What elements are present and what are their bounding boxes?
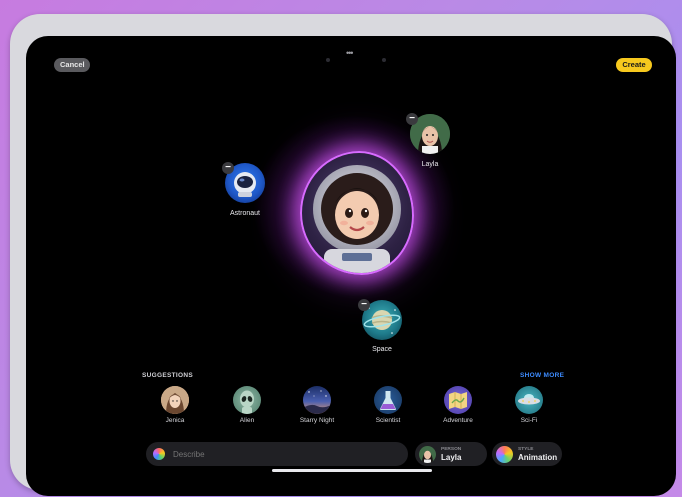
suggestion-label: Alien xyxy=(239,417,255,424)
person-chip[interactable]: PERSON Layla xyxy=(415,442,487,466)
person-caption: PERSON xyxy=(441,446,462,452)
bubble-label-space: Space xyxy=(372,346,392,353)
style-chip[interactable]: STYLE Animation xyxy=(492,442,562,466)
suggestion-label: Sci-Fi xyxy=(520,417,538,424)
suggestion-label: Jenica xyxy=(165,417,185,424)
suggestion-sci-fi[interactable]: Sci-Fi xyxy=(504,386,554,424)
flask-icon xyxy=(374,386,402,414)
suggestion-scientist[interactable]: Scientist xyxy=(363,386,413,424)
camera-bar xyxy=(316,56,436,66)
suggestion-label: Scientist xyxy=(375,417,401,424)
bubble-label-astronaut: Astronaut xyxy=(230,210,260,217)
generated-image[interactable] xyxy=(300,151,414,275)
suggestions-title: SUGGESTIONS xyxy=(142,372,193,379)
home-indicator[interactable] xyxy=(272,469,432,472)
person-avatar xyxy=(419,445,436,463)
ellipsis-icon[interactable]: ••• xyxy=(346,49,358,58)
suggestion-adventure[interactable]: Adventure xyxy=(433,386,483,424)
person-value: Layla xyxy=(441,452,462,462)
describe-input[interactable] xyxy=(171,448,395,460)
screen: Cancel ••• Create − Astronaut − Layla − … xyxy=(26,36,676,496)
tablet-frame: Cancel ••• Create − Astronaut − Layla − … xyxy=(10,14,676,496)
jenica-photo xyxy=(161,386,189,414)
show-more-link[interactable]: SHOW MORE xyxy=(520,372,564,379)
starry-night-icon xyxy=(303,386,331,414)
cancel-button[interactable]: Cancel xyxy=(54,58,90,72)
style-value: Animation xyxy=(518,452,558,462)
suggestion-alien[interactable]: Alien xyxy=(222,386,272,424)
astronaut-girl-image xyxy=(313,165,401,273)
remove-astronaut-button[interactable]: − xyxy=(222,162,234,174)
suggestion-label: Starry Night xyxy=(299,417,335,424)
remove-space-button[interactable]: − xyxy=(358,299,370,311)
suggestion-jenica[interactable]: Jenica xyxy=(150,386,200,424)
create-button[interactable]: Create xyxy=(616,58,652,72)
map-icon xyxy=(444,386,472,414)
ufo-icon xyxy=(515,386,543,414)
bubble-label-layla: Layla xyxy=(421,161,439,168)
suggestion-label: Adventure xyxy=(443,417,473,424)
suggestion-starry-night[interactable]: Starry Night xyxy=(292,386,342,424)
describe-field[interactable] xyxy=(146,442,408,466)
image-playground-icon xyxy=(153,448,165,460)
alien-icon xyxy=(233,386,261,414)
remove-layla-button[interactable]: − xyxy=(406,113,418,125)
style-animation-icon xyxy=(496,445,513,463)
